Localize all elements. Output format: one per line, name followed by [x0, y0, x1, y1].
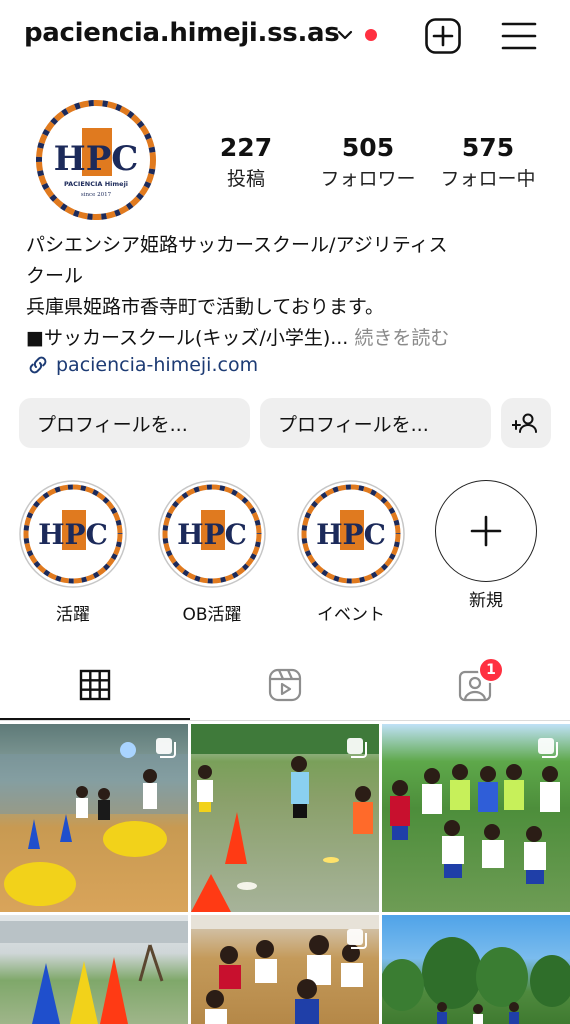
following-count: 575 — [461, 133, 515, 162]
tab-divider — [0, 720, 570, 721]
share-profile-button[interactable]: プロフィールを... — [260, 398, 491, 448]
profile-avatar[interactable]: HPC PACIENCIA Himeji since 2017 — [34, 98, 158, 222]
read-more-link[interactable]: 続きを読む — [348, 327, 449, 349]
svg-text:HPC: HPC — [38, 518, 108, 551]
carousel-icon — [538, 738, 558, 758]
following-label: フォロー中 — [440, 168, 536, 190]
bio-line: パシエンシア姫路サッカースクール/アジリティス — [26, 234, 448, 256]
link-icon — [29, 356, 47, 374]
post-grid — [0, 724, 570, 1024]
highlight-item[interactable]: HPC OB活躍 — [157, 480, 267, 625]
followers-stat[interactable]: 505 フォロワー — [310, 132, 426, 194]
avatar-since: since 2017 — [81, 192, 112, 198]
posts-stat[interactable]: 227 投稿 — [206, 132, 286, 194]
hamburger-menu-icon[interactable] — [500, 18, 538, 54]
carousel-icon — [347, 738, 367, 758]
website-url[interactable]: paciencia-himeji.com — [56, 354, 258, 376]
tab-reels[interactable] — [190, 650, 380, 720]
carousel-icon — [347, 929, 367, 949]
highlight-cover: HPC — [158, 480, 266, 588]
plus-icon — [470, 515, 502, 547]
carousel-icon — [156, 738, 176, 758]
post-thumbnail[interactable] — [191, 915, 379, 1024]
new-highlight-circle — [435, 480, 537, 582]
svg-text:HPC: HPC — [316, 518, 386, 551]
tab-tagged[interactable] — [380, 650, 570, 720]
highlight-item[interactable]: HPC イベント — [296, 480, 406, 625]
avatar-caption: PACIENCIA Himeji — [64, 180, 128, 188]
highlight-cover: HPC — [19, 480, 127, 588]
website-link[interactable]: paciencia-himeji.com — [26, 350, 258, 380]
bio-truncated-text: ■サッカースクール(キッズ/小学生)... — [26, 327, 349, 349]
post-thumbnail[interactable] — [0, 724, 188, 912]
highlight-cover: HPC — [297, 480, 405, 588]
reels-icon — [268, 668, 302, 702]
add-person-icon — [512, 413, 537, 433]
highlight-item[interactable]: HPC 活躍 — [18, 480, 128, 625]
highlight-label: 新規 — [469, 591, 503, 611]
photo-placeholder — [382, 937, 570, 1024]
top-bar: paciencia.himeji.ss.as — [0, 0, 570, 72]
posts-label: 投稿 — [226, 168, 265, 190]
highlight-label: イベント — [317, 605, 385, 625]
post-thumbnail[interactable] — [0, 915, 188, 1024]
followers-count: 505 — [341, 133, 395, 162]
add-post-icon[interactable] — [424, 17, 462, 55]
highlight-label: 活躍 — [56, 605, 90, 625]
chevron-down-icon[interactable] — [334, 24, 356, 46]
account-username[interactable]: paciencia.himeji.ss.as — [24, 18, 340, 48]
highlight-label: OB活躍 — [182, 605, 242, 625]
grid-icon — [79, 669, 111, 701]
post-thumbnail[interactable] — [382, 915, 570, 1024]
photo-placeholder — [0, 921, 188, 1024]
bio-line: 兵庫県姫路市香寺町で活動しております。 — [26, 296, 384, 318]
discover-people-button[interactable] — [501, 398, 551, 448]
svg-text:HPC: HPC — [177, 518, 247, 551]
profile-bio: パシエンシア姫路サッカースクール/アジリティス クール 兵庫県姫路市香寺町で活動… — [26, 230, 546, 354]
edit-profile-button[interactable]: プロフィールを... — [19, 398, 250, 448]
tagged-notification-badge: 1 — [478, 657, 504, 683]
bio-line: クール — [26, 265, 84, 287]
followers-label: フォロワー — [320, 168, 416, 190]
posts-count: 227 — [219, 133, 273, 162]
post-thumbnail[interactable] — [382, 724, 570, 912]
following-stat[interactable]: 575 フォロー中 — [432, 132, 544, 194]
new-highlight-button[interactable]: 新規 — [431, 480, 541, 611]
notification-dot — [365, 29, 377, 41]
tab-posts[interactable] — [0, 650, 190, 720]
post-thumbnail[interactable] — [191, 724, 379, 912]
avatar-logo-text: HPC — [54, 139, 139, 179]
